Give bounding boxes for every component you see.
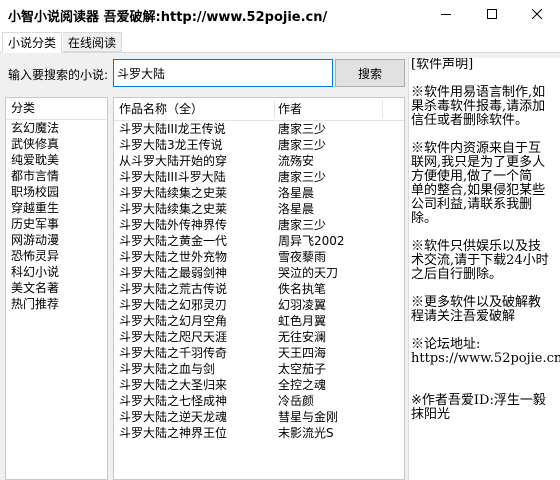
book-author-cell: 洛星晨 [278,186,315,200]
book-rows: 斗罗大陆III龙王传说 唐家三少 斗罗大陆3龙王传说 唐家三少 从斗罗大陆开始的穿 流殇安… [114,121,404,441]
software-notice-text: [软件声明] ※软件用易语言制作,如 果杀毒软件报毒,请添加 信任或者删除软件。… [411,58,560,422]
book-name-cell: 斗罗大陆之幻月空角 [119,314,228,328]
category-item[interactable]: 纯爱耽美 [6,152,107,168]
maximize-button[interactable] [469,0,515,28]
category-item[interactable]: 玄幻魔法 [6,120,107,136]
book-author-cell: 洛星晨 [278,202,315,216]
tab-novel-categories[interactable]: 小说分类 [2,32,63,53]
book-list-header: 作品名称（全） 作者 [114,98,404,121]
category-item[interactable]: 美文名著 [6,280,107,296]
book-name-cell: 斗罗大陆续集之史莱 [119,202,228,216]
book-author-cell: 哭泣的天刀 [278,266,339,280]
book-author-cell: 天王四海 [278,346,327,360]
table-row[interactable]: 斗罗大陆III龙王传说 唐家三少 [114,121,404,137]
category-item[interactable]: 恐怖灵异 [6,248,107,264]
category-item[interactable]: 热门推荐 [6,296,107,312]
maximize-icon [487,9,497,19]
search-label: 输入要搜索的小说: [8,68,109,82]
tab-bar: 小说分类 在线阅读 [0,32,560,53]
book-name-cell: 斗罗大陆之大圣归来 [119,378,228,392]
category-list: 分类 玄幻魔法 武侠修真 纯爱耽美 都市言情 职场校园 穿越重生 历史军事 网游… [5,97,108,480]
book-author-cell: 全控之魂 [278,378,327,392]
category-item[interactable]: 穿越重生 [6,200,107,216]
book-author-cell: 幻羽凌翼 [278,298,327,312]
table-row[interactable]: 斗罗大陆之血与剑 太空茄子 [114,361,404,377]
book-list: 作品名称（全） 作者 斗罗大陆III龙王传说 唐家三少 斗罗大陆3龙王传说 唐家三少从… [113,97,405,480]
book-author-cell: 虹色月翼 [278,314,327,328]
table-row[interactable]: 斗罗大陆之最弱剑神 哭泣的天刀 [114,265,404,281]
minimize-button[interactable] [423,0,469,28]
table-row[interactable]: 从斗罗大陆开始的穿 流殇安 [114,153,404,169]
search-input[interactable] [113,59,333,87]
close-button[interactable] [514,0,560,28]
table-row[interactable]: 斗罗大陆之咫尺天涯 无往安澜 [114,329,404,345]
category-item[interactable]: 科幻小说 [6,264,107,280]
book-author-cell: 佚名执笔 [278,282,327,296]
book-author-cell: 冷岳颜 [278,394,315,408]
book-name-cell: 斗罗大陆之千羽传奇 [119,346,228,360]
book-author-cell: 唐家三少 [278,122,327,136]
book-author-cell: 无往安澜 [278,330,327,344]
table-row[interactable]: 斗罗大陆之黄金一代 周异飞2002 [114,233,404,249]
category-item[interactable]: 历史军事 [6,216,107,232]
book-name-cell: 斗罗大陆之咫尺天涯 [119,330,228,344]
book-name-cell: 斗罗大陆之荒古传说 [119,282,228,296]
book-name-cell: 斗罗大陆之血与剑 [119,362,216,376]
table-row[interactable]: 斗罗大陆之荒古传说 佚名执笔 [114,281,404,297]
column-divider[interactable] [382,100,383,118]
tab-online-reading[interactable]: 在线阅读 [63,32,123,52]
book-author-cell: 周异飞2002 [278,234,345,248]
category-item[interactable]: 网游动漫 [6,232,107,248]
table-row[interactable]: 斗罗大陆之幻月空角 虹色月翼 [114,313,404,329]
table-row[interactable]: 斗罗大陆之千羽传奇 天王四海 [114,345,404,361]
table-row[interactable]: 斗罗大陆之逆天龙魂 彗星与金刚 [114,409,404,425]
table-row[interactable]: 斗罗大陆续集之史莱 洛星晨 [114,201,404,217]
table-row[interactable]: 斗罗大陆之神界王位 末影流光S [114,425,404,441]
book-author-cell: 唐家三少 [278,218,327,232]
book-name-cell: 斗罗大陆之七怪成神 [119,394,228,408]
table-row[interactable]: 斗罗大陆III斗罗大陆 唐家三少 [114,169,404,185]
book-name-cell: 斗罗大陆续集之史莱 [119,186,228,200]
category-item[interactable]: 武侠修真 [6,136,107,152]
window-title: 小智小说阅读器 吾爱破解:http://www.52pojie.cn/ [8,10,328,25]
book-name-cell: 斗罗大陆III龙王传说 [119,122,226,136]
category-item[interactable]: 都市言情 [6,168,107,184]
table-row[interactable]: 斗罗大陆续集之史莱 洛星晨 [114,185,404,201]
book-name-cell: 斗罗大陆之最弱剑神 [119,266,228,280]
category-item[interactable]: 职场校园 [6,184,107,200]
book-author-cell: 唐家三少 [278,138,327,152]
book-author-cell: 流殇安 [278,154,315,168]
column-header-book-name[interactable]: 作品名称（全） [119,98,203,120]
column-header-author[interactable]: 作者 [278,98,302,120]
title-bar: 小智小说阅读器 吾爱破解:http://www.52pojie.cn/ [0,0,560,28]
category-list-header: 分类 [6,98,107,120]
minimize-icon [441,14,451,15]
book-author-cell: 唐家三少 [278,170,327,184]
table-row[interactable]: 斗罗大陆之幻邪灵刃 幻羽凌翼 [114,297,404,313]
software-notice-panel: [软件声明] ※软件用易语言制作,如 果杀毒软件报毒,请添加 信任或者删除软件。… [408,58,560,480]
book-name-cell: 斗罗大陆之黄金一代 [119,234,228,248]
book-name-cell: 从斗罗大陆开始的穿 [119,154,228,168]
table-row[interactable]: 斗罗大陆外传神界传 唐家三少 [114,217,404,233]
column-divider[interactable] [274,100,275,118]
book-name-cell: 斗罗大陆III斗罗大陆 [119,170,226,184]
book-name-cell: 斗罗大陆之逆天龙魂 [119,410,228,424]
close-icon [532,9,542,19]
book-author-cell: 雪夜藜雨 [278,250,327,264]
book-author-cell: 太空茄子 [278,362,327,376]
book-name-cell: 斗罗大陆之神界王位 [119,426,228,440]
table-row[interactable]: 斗罗大陆之七怪成神 冷岳颜 [114,393,404,409]
book-author-cell: 彗星与金刚 [278,410,339,424]
search-button[interactable]: 搜索 [335,59,405,87]
book-name-cell: 斗罗大陆之世外充物 [119,250,228,264]
book-name-cell: 斗罗大陆之幻邪灵刃 [119,298,228,312]
table-row[interactable]: 斗罗大陆3龙王传说 唐家三少 [114,137,404,153]
book-name-cell: 斗罗大陆3龙王传说 [119,138,223,152]
table-row[interactable]: 斗罗大陆之大圣归来 全控之魂 [114,377,404,393]
table-row[interactable]: 斗罗大陆之世外充物 雪夜藜雨 [114,249,404,265]
book-name-cell: 斗罗大陆外传神界传 [119,218,228,232]
book-author-cell: 末影流光S [278,426,334,440]
